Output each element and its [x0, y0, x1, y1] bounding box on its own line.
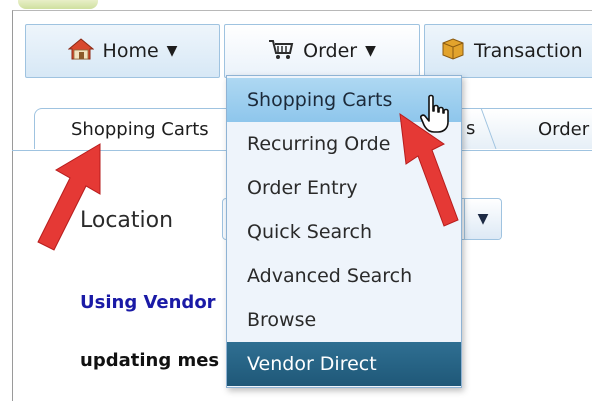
- location-select-arrow-icon[interactable]: ▼: [464, 199, 501, 239]
- logo-fragment: [18, 0, 98, 9]
- transactions-menu-button[interactable]: Transaction: [424, 24, 592, 78]
- updating-message: updating mes: [80, 350, 220, 371]
- cart-icon: [268, 38, 294, 65]
- menu-item-vendor-direct[interactable]: Vendor Direct: [227, 342, 461, 386]
- order-menu-label: Order: [303, 40, 358, 62]
- menu-item-advanced-search[interactable]: Advanced Search: [227, 254, 461, 298]
- home-caret-icon: ▼: [166, 43, 178, 59]
- vendor-link[interactable]: Using Vendor: [80, 292, 216, 313]
- order-menu-button[interactable]: Order ▼: [224, 24, 420, 78]
- order-caret-icon: ▼: [365, 43, 376, 59]
- package-icon: [441, 37, 465, 66]
- transactions-menu-label: Transaction: [474, 40, 583, 62]
- tab-shopping-carts-label: Shopping Carts: [71, 119, 209, 140]
- tab-partial-right-label: Order: [538, 119, 590, 140]
- menu-item-browse[interactable]: Browse: [227, 298, 461, 342]
- home-menu-label: Home: [102, 40, 159, 62]
- home-icon: [67, 37, 94, 65]
- annotation-arrow-right-icon: [399, 112, 459, 227]
- home-menu-button[interactable]: Home ▼: [25, 24, 220, 78]
- tab-partial-middle-label: s: [466, 118, 476, 139]
- annotation-arrow-left-icon: [37, 143, 101, 251]
